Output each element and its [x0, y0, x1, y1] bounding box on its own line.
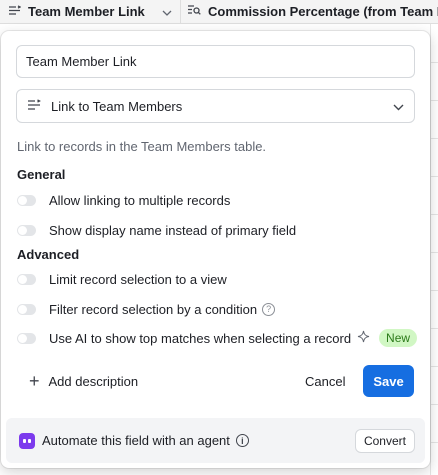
grid-row-divider: [430, 138, 438, 139]
field-name-input[interactable]: [16, 45, 415, 78]
option-label: Allow linking to multiple records: [49, 192, 231, 208]
field-type-select[interactable]: Link to Team Members: [16, 89, 415, 123]
field-type-description: Link to records in the Team Members tabl…: [17, 139, 267, 154]
cancel-button[interactable]: Cancel: [293, 365, 357, 397]
column-header-label: Commission Percentage (from Team Me: [208, 4, 438, 19]
agent-automation-text: Automate this field with an agent: [42, 433, 230, 448]
toggle-switch[interactable]: [17, 224, 36, 236]
option-filter-by-condition[interactable]: Filter record selection by a condition ?: [17, 300, 276, 318]
grid-row-divider: [430, 252, 438, 253]
sparkle-icon: [357, 330, 370, 346]
option-label: Filter record selection by a condition: [49, 301, 258, 317]
agent-automation-bar: Automate this field with an agent i Conv…: [6, 418, 425, 463]
plus-icon: +: [29, 371, 40, 391]
grid-row-divider: [430, 176, 438, 177]
grid-row-divider: [430, 100, 438, 101]
field-config-dialog: Link to Team Members Link to records in …: [1, 31, 430, 468]
section-title-general: General: [17, 167, 66, 182]
option-label: Show display name instead of primary fie…: [49, 222, 297, 238]
linked-record-icon: [8, 4, 22, 19]
grid-row-divider: [430, 366, 438, 367]
toggle-switch[interactable]: [17, 273, 36, 285]
info-icon[interactable]: i: [235, 434, 249, 447]
option-limit-to-view[interactable]: Limit record selection to a view: [17, 270, 227, 288]
add-description-label: Add description: [48, 373, 139, 389]
option-label: Limit record selection to a view: [49, 271, 227, 287]
section-title-advanced: Advanced: [17, 247, 80, 262]
grid-background: [430, 24, 438, 475]
convert-button[interactable]: Convert: [354, 428, 415, 453]
save-button[interactable]: Save: [363, 365, 414, 397]
toggle-switch[interactable]: [17, 194, 36, 206]
column-header-label: Team Member Link: [28, 4, 145, 19]
column-header-team-member-link[interactable]: Team Member Link: [0, 0, 181, 24]
grid-row-divider: [430, 214, 438, 215]
chevron-down-icon[interactable]: [162, 4, 172, 19]
add-description-button[interactable]: + Add description: [29, 372, 138, 390]
option-label: Use AI to show top matches when selectin…: [49, 330, 352, 346]
grid-row-divider: [430, 290, 438, 291]
toggle-switch[interactable]: [17, 332, 36, 344]
toggle-switch[interactable]: [17, 303, 36, 315]
linked-record-icon: [27, 99, 41, 113]
option-ai-top-matches[interactable]: Use AI to show top matches when selectin…: [17, 329, 418, 347]
field-type-label: Link to Team Members: [51, 98, 183, 114]
option-show-display-name[interactable]: Show display name instead of primary fie…: [17, 221, 296, 239]
option-allow-multiple-records[interactable]: Allow linking to multiple records: [17, 191, 230, 209]
grid-row-divider: [430, 328, 438, 329]
column-header-commission[interactable]: Commission Percentage (from Team Me: [181, 0, 438, 24]
agent-robot-icon: [19, 432, 35, 449]
new-badge: New: [379, 329, 418, 347]
lookup-icon: [187, 4, 201, 19]
help-icon[interactable]: ?: [262, 302, 276, 316]
grid-row-divider: [430, 404, 438, 405]
grid-row-divider: [430, 62, 438, 63]
column-header-strip: Team Member Link Commission Percentage (…: [0, 0, 438, 24]
chevron-down-icon: [393, 99, 404, 114]
grid-row-divider: [430, 442, 438, 443]
